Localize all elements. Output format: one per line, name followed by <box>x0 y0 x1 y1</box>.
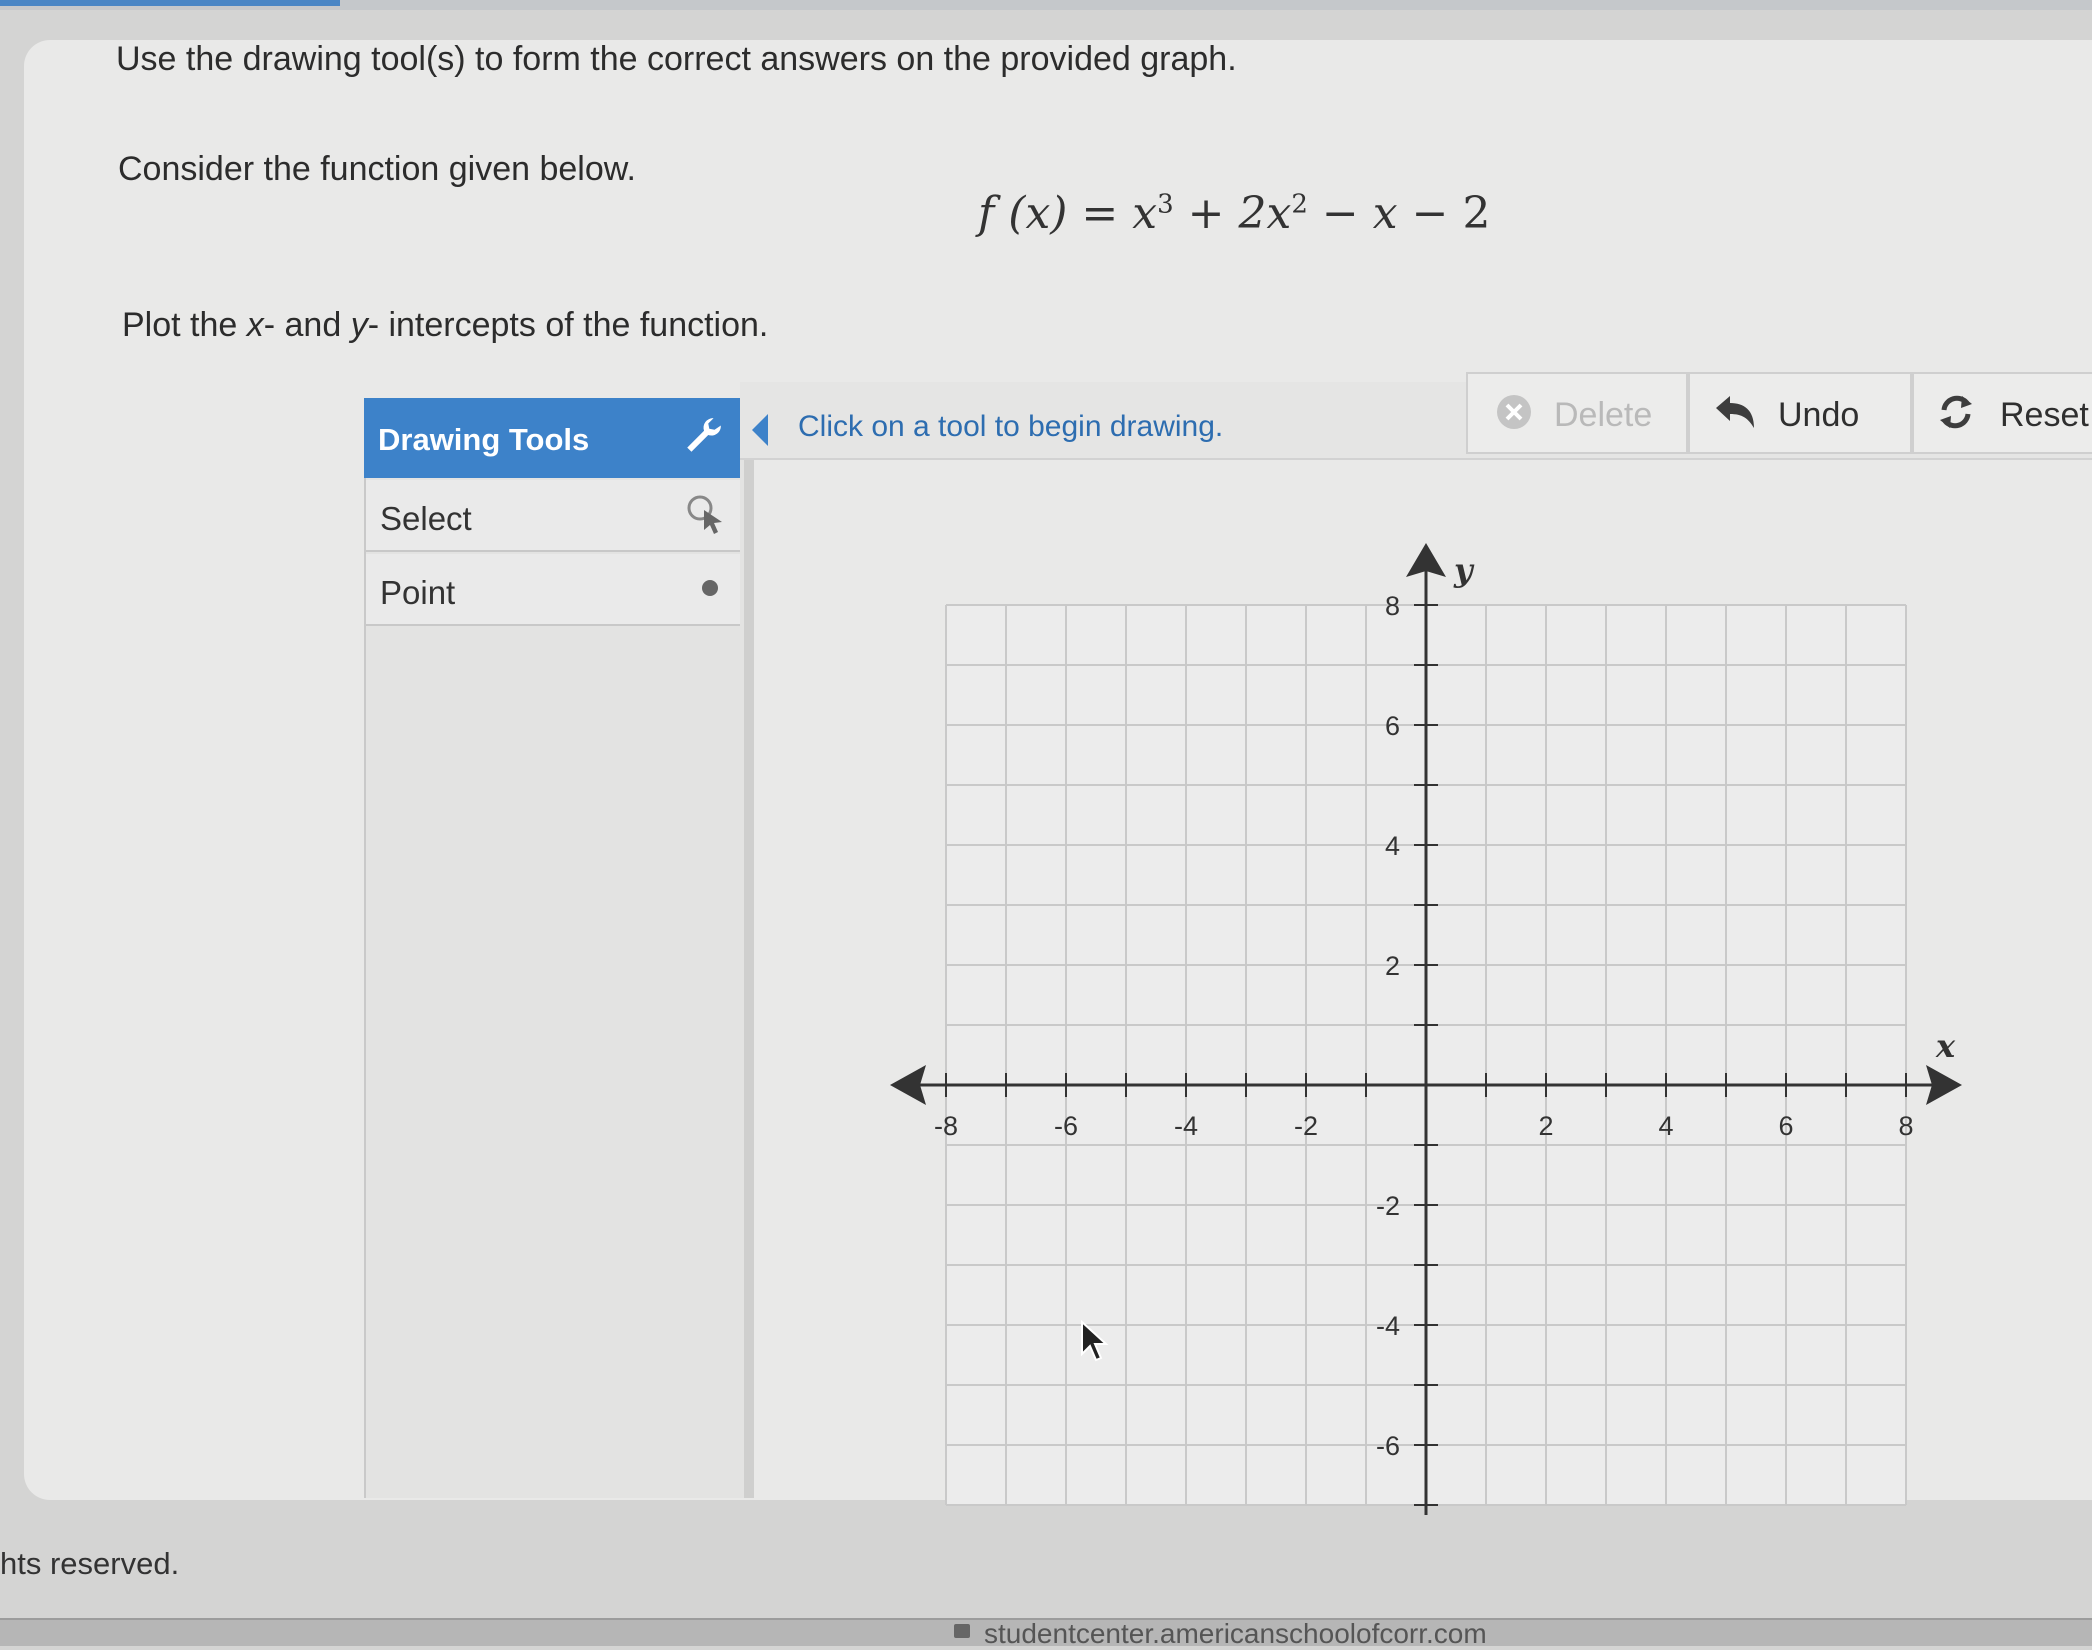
undo-label: Undo <box>1778 396 1860 434</box>
formula-fx: f (x) <box>978 188 1068 239</box>
formula-term-3: x <box>1372 188 1398 239</box>
formula-term-4: 2 <box>1462 188 1491 239</box>
reset-icon <box>1940 395 1972 429</box>
instruction-line-2: Consider the function given below. <box>118 150 636 188</box>
reset-label: Reset <box>2000 396 2089 434</box>
drawing-tools-header[interactable]: Drawing Tools <box>364 398 740 478</box>
y-tick-label: -2 <box>1376 1191 1400 1221</box>
x-tick-label: -4 <box>1174 1111 1198 1141</box>
top-strip <box>0 0 2092 10</box>
delete-button[interactable]: Delete <box>1466 372 1688 454</box>
y-tick-label: -4 <box>1376 1311 1400 1341</box>
tool-point-label: Point <box>380 574 456 611</box>
instr3-pre: Plot the <box>122 306 247 344</box>
tool-point[interactable]: Point <box>366 554 740 626</box>
formula-exp-1: 3 <box>1157 189 1174 220</box>
collapse-arrow-icon[interactable] <box>752 414 768 446</box>
coordinate-graph[interactable]: -8 -6 -4 -2 2 4 6 8 8 6 4 2 -2 -4 -6 x y <box>870 520 1990 1520</box>
formula-term-1: x <box>1132 188 1158 239</box>
x-tick-label: 4 <box>1658 1111 1673 1141</box>
y-axis-label: y <box>1453 551 1475 589</box>
select-pointer-icon <box>687 495 722 534</box>
y-tick-label: 4 <box>1385 831 1400 861</box>
x-tick-label: -2 <box>1294 1111 1318 1141</box>
lock-icon <box>954 1624 970 1638</box>
drawing-tools-title: Drawing Tools <box>378 422 590 457</box>
y-tick-label: 6 <box>1385 711 1400 741</box>
url-text: studentcenter.americanschoolofcorr.com <box>984 1618 1487 1649</box>
x-tick-label: -8 <box>934 1111 958 1141</box>
y-tick-label: -6 <box>1376 1431 1400 1461</box>
x-tick-label: 8 <box>1898 1111 1913 1141</box>
point-dot-icon <box>702 580 718 596</box>
top-progress-strip <box>0 0 340 6</box>
tool-select[interactable]: Select <box>366 480 740 552</box>
instr3-y: y <box>350 306 368 344</box>
x-tick-label: 6 <box>1778 1111 1793 1141</box>
undo-button[interactable]: Undo <box>1688 372 1912 454</box>
formula-term-2: 2x <box>1238 188 1292 239</box>
formula-eq: = <box>1081 188 1119 239</box>
instr3-x: x <box>246 306 264 344</box>
reset-button[interactable]: Reset <box>1912 372 2092 454</box>
y-tick-label: 8 <box>1385 591 1400 621</box>
delete-icon <box>1497 395 1531 429</box>
copyright-text: hts reserved. <box>0 1546 180 1581</box>
formula-exp-2: 2 <box>1291 189 1308 220</box>
function-formula: f (x) = x3 + 2x2 − x − 2 <box>978 188 1490 239</box>
delete-label: Delete <box>1554 396 1653 434</box>
y-tick-label: 2 <box>1385 951 1400 981</box>
formula-op-1: + <box>1187 188 1225 239</box>
formula-op-3: − <box>1411 188 1449 239</box>
instr3-mid: - and <box>263 306 351 344</box>
instr3-post: - intercepts of the function. <box>367 306 769 344</box>
x-tick-label: 2 <box>1538 1111 1553 1141</box>
undo-icon <box>1716 396 1754 428</box>
formula-op-2: − <box>1321 188 1359 239</box>
tool-select-label: Select <box>380 500 472 537</box>
instruction-line-1: Use the drawing tool(s) to form the corr… <box>116 40 1237 78</box>
instruction-line-3: Plot the x- and y- intercepts of the fun… <box>122 306 768 345</box>
x-tick-label: -6 <box>1054 1111 1078 1141</box>
x-axis-label: x <box>1935 1027 1956 1065</box>
toolbar-hint: Click on a tool to begin drawing. <box>798 410 1224 443</box>
wrench-icon <box>687 418 721 452</box>
mouse-cursor-icon <box>1081 1320 1109 1362</box>
